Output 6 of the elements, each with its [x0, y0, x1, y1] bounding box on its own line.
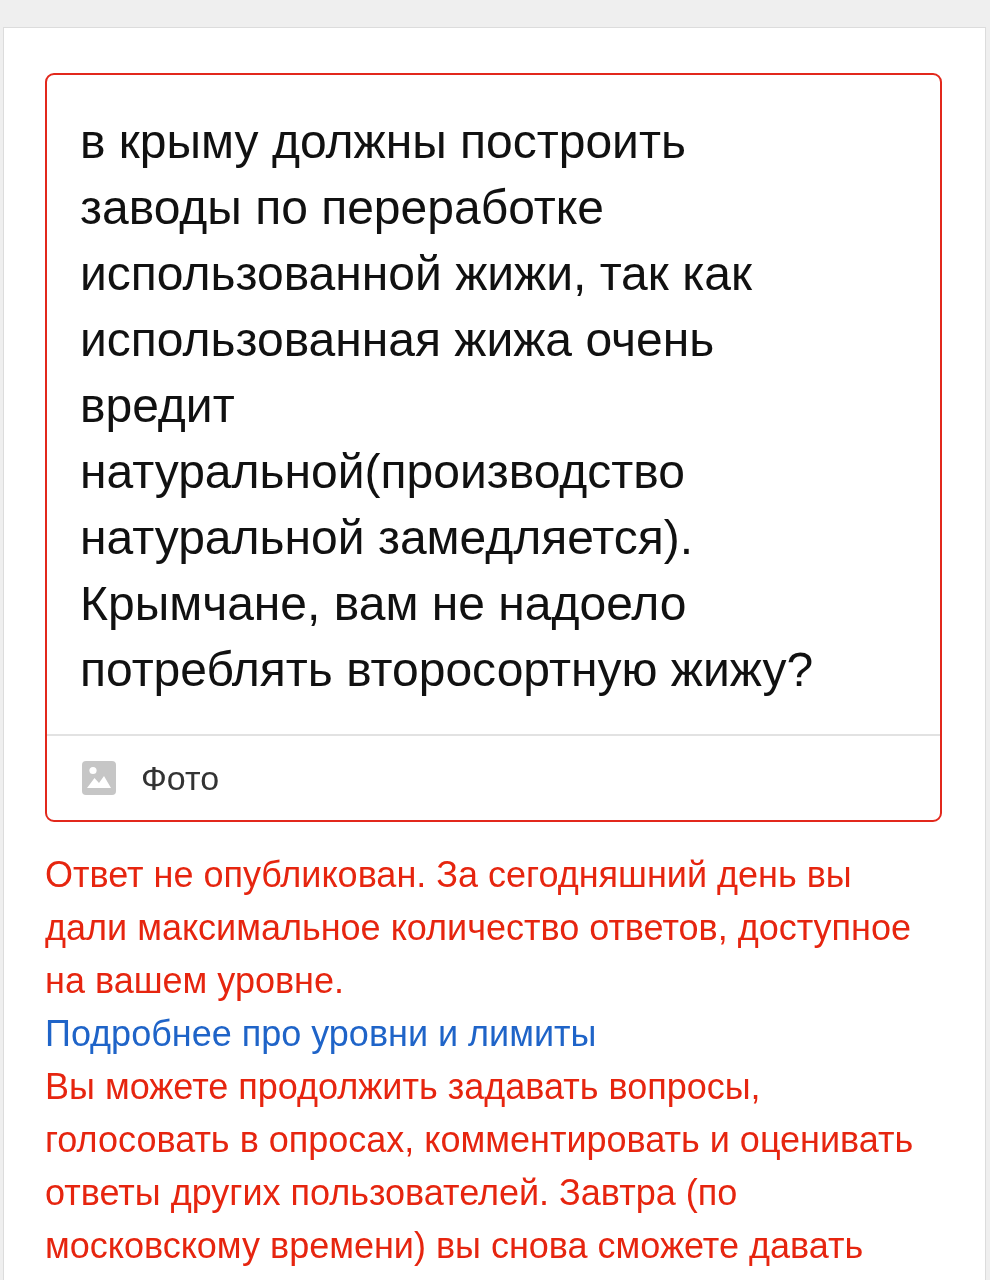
levels-link[interactable]: Подробнее про уровни и лимиты — [45, 1007, 597, 1060]
info-message: Вы можете продолжить задавать вопросы, голосовать в опросах, комментировать и оценивать ответы других пользователей. Завтра (по московскому времени) вы снова сможете давать — [45, 1065, 915, 1268]
answer-field[interactable]: в крыму должны построить заводы по переработке использованной жижи, так как использованная жижа очень вредит натуральной(производство натуральной замедляется). Крымчане, вам не надоело потреблять второсортную жижу? — [47, 75, 940, 734]
image-icon — [82, 761, 116, 795]
error-message: Ответ не опубликован. За сегодняшний день вы дали максимальное количество ответов, доступное на вашем уровне. — [45, 853, 912, 1003]
photo-button[interactable]: Фото — [82, 758, 220, 798]
